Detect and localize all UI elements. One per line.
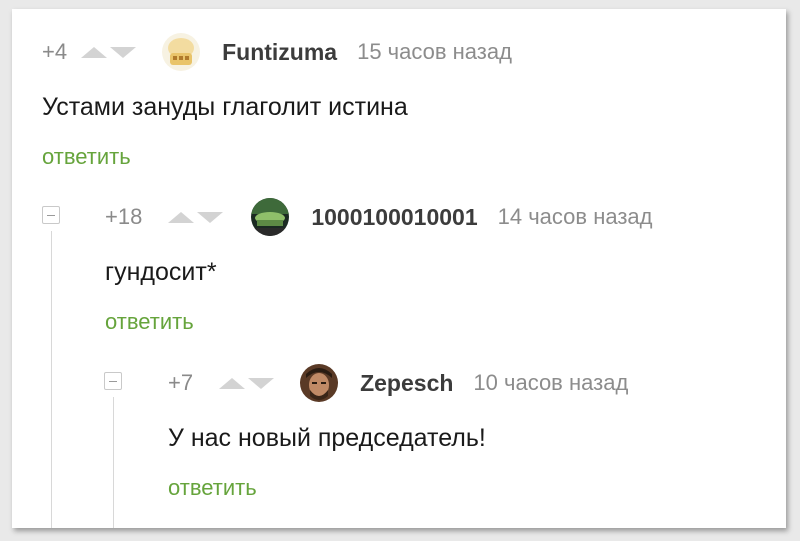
comment-text: гундосит* xyxy=(105,258,217,286)
comment-text: Устами зануды глаголит истина xyxy=(42,93,408,121)
vote-controls xyxy=(81,46,137,58)
comment-timestamp: 15 часов назад xyxy=(357,39,512,64)
thread-line[interactable] xyxy=(51,231,52,528)
comment-score: +18 xyxy=(105,204,143,229)
reply-link[interactable]: ответить xyxy=(42,144,131,170)
vote-controls xyxy=(168,211,224,223)
avatar[interactable] xyxy=(300,364,339,402)
avatar[interactable] xyxy=(251,198,290,236)
collapse-thread-button[interactable] xyxy=(104,372,122,390)
username-link[interactable]: Zepesch xyxy=(360,370,453,397)
upvote-icon[interactable] xyxy=(168,211,195,223)
comment-header: +4 Funtizuma 15 часов назад xyxy=(42,32,512,72)
avatar[interactable] xyxy=(162,33,201,71)
comment-header: +18 1000100010001 14 часов назад xyxy=(105,197,652,237)
downvote-icon[interactable] xyxy=(197,211,224,223)
downvote-icon[interactable] xyxy=(248,377,275,389)
collapse-thread-button[interactable] xyxy=(42,206,60,224)
username-link[interactable]: 1000100010001 xyxy=(311,204,477,231)
username-link[interactable]: Funtizuma xyxy=(222,39,337,66)
upvote-icon[interactable] xyxy=(219,377,246,389)
comment-text: У нас новый председатель! xyxy=(168,424,486,452)
comment-timestamp: 14 часов назад xyxy=(497,204,653,229)
comment-score: +4 xyxy=(42,39,68,64)
thread-line[interactable] xyxy=(113,397,114,528)
comment-score: +7 xyxy=(168,370,194,395)
downvote-icon[interactable] xyxy=(110,46,137,58)
comment-timestamp: 10 часов назад xyxy=(473,370,629,395)
comment-header: +7 Zepesch 10 часов назад xyxy=(168,363,628,403)
vote-controls xyxy=(219,377,275,389)
reply-link[interactable]: ответить xyxy=(105,309,194,335)
comments-card: +4 Funtizuma 15 часов назад Устами зануд… xyxy=(12,9,786,528)
reply-link[interactable]: ответить xyxy=(168,475,257,501)
upvote-icon[interactable] xyxy=(81,46,108,58)
